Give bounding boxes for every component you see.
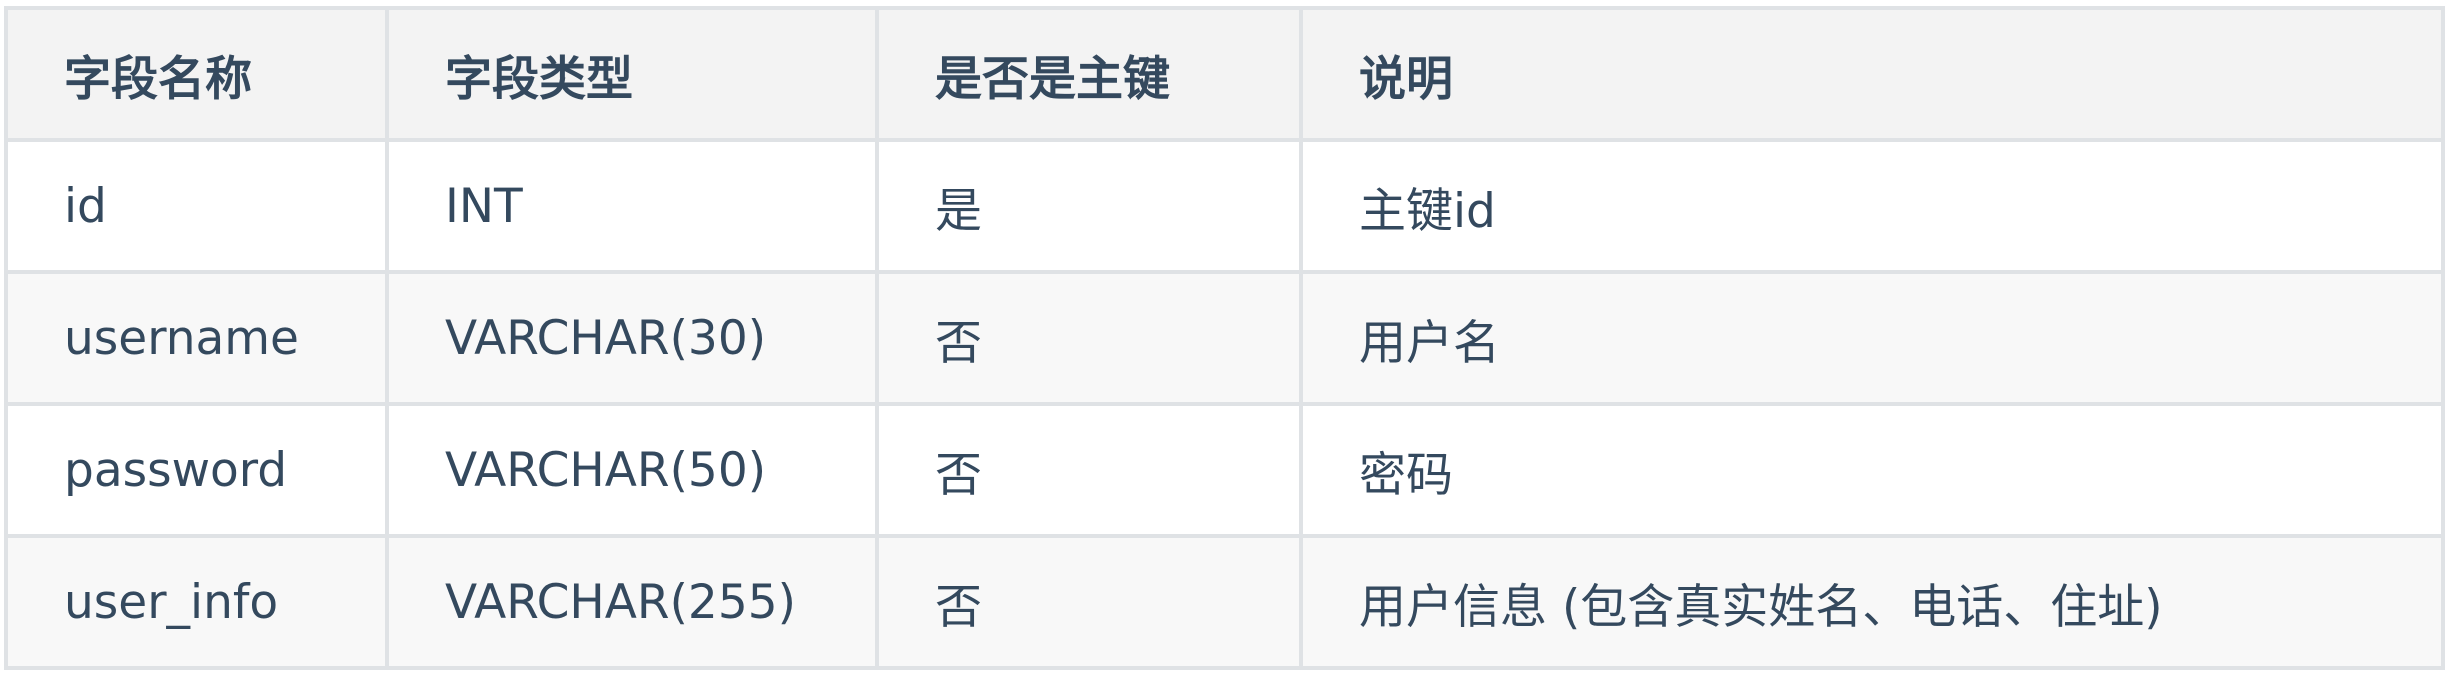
schema-table-container: 字段名称 字段类型 是否是主键 说明 id INT 是 主键id usernam… <box>0 0 2445 688</box>
table-row: username VARCHAR(30) 否 用户名 <box>4 270 2445 406</box>
cell-field-type: VARCHAR(30) <box>385 270 879 406</box>
cell-is-primary-key: 是 <box>875 138 1303 274</box>
cell-field-type: INT <box>385 138 879 274</box>
table-row: password VARCHAR(50) 否 密码 <box>4 402 2445 538</box>
cell-field-name: username <box>4 270 389 406</box>
cell-field-type: VARCHAR(255) <box>385 534 879 670</box>
cell-is-primary-key: 否 <box>875 270 1303 406</box>
cell-field-name: id <box>4 138 389 274</box>
cell-description: 用户信息 (包含真实姓名、电话、住址) <box>1299 534 2445 670</box>
table-body: id INT 是 主键id username VARCHAR(30) 否 用户名… <box>4 138 2445 670</box>
cell-description: 用户名 <box>1299 270 2445 406</box>
header-field-name: 字段名称 <box>4 6 389 142</box>
cell-description: 密码 <box>1299 402 2445 538</box>
header-field-type: 字段类型 <box>385 6 879 142</box>
cell-is-primary-key: 否 <box>875 402 1303 538</box>
cell-description: 主键id <box>1299 138 2445 274</box>
header-description: 说明 <box>1299 6 2445 142</box>
header-is-primary-key: 是否是主键 <box>875 6 1303 142</box>
schema-table: 字段名称 字段类型 是否是主键 说明 id INT 是 主键id usernam… <box>4 6 2445 670</box>
table-row: id INT 是 主键id <box>4 138 2445 274</box>
cell-field-type: VARCHAR(50) <box>385 402 879 538</box>
cell-field-name: user_info <box>4 534 389 670</box>
cell-field-name: password <box>4 402 389 538</box>
cell-is-primary-key: 否 <box>875 534 1303 670</box>
table-row: user_info VARCHAR(255) 否 用户信息 (包含真实姓名、电话… <box>4 534 2445 670</box>
header-row: 字段名称 字段类型 是否是主键 说明 <box>4 6 2445 142</box>
table-header: 字段名称 字段类型 是否是主键 说明 <box>4 6 2445 142</box>
